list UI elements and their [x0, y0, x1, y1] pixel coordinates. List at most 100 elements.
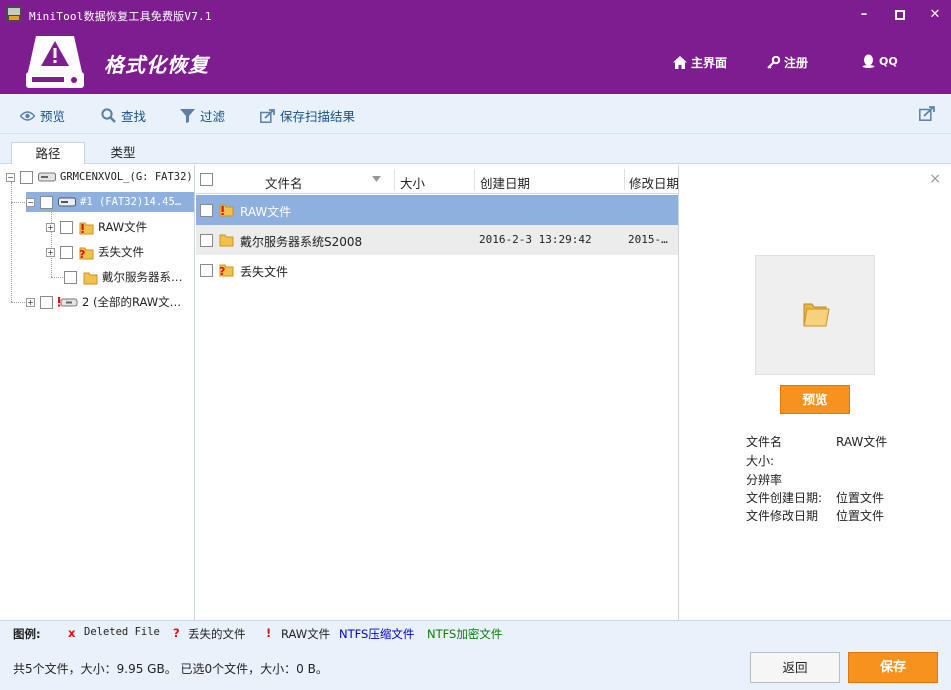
file-name: 戴尔服务器系统S2008 — [240, 235, 363, 249]
qq-penguin-icon — [862, 54, 875, 68]
info-modified-label: 文件修改日期 — [746, 509, 819, 523]
column-header-size[interactable]: 大小 — [400, 173, 425, 192]
tab-path[interactable]: 路径 — [11, 142, 85, 165]
lost-folder-icon: ? — [78, 245, 94, 260]
tab-type[interactable]: 类型 — [86, 142, 160, 165]
find-tool-button[interactable]: 查找 — [101, 106, 146, 125]
expand-toggle[interactable]: + — [26, 297, 35, 307]
file-row[interactable]: ? 丢失文件 — [196, 255, 678, 285]
tree-connector — [11, 182, 12, 302]
tree-node-root[interactable]: − GRMCENXVOL_(G: FAT32) — [6, 167, 193, 187]
app-icon — [6, 6, 22, 22]
row-checkbox[interactable] — [200, 264, 213, 277]
row-checkbox[interactable] — [200, 204, 213, 217]
legend-deleted-label: Deleted File — [84, 626, 160, 638]
svg-text:?: ? — [219, 265, 225, 277]
filter-tool-button[interactable]: 过滤 — [180, 106, 225, 125]
selection-summary: 共5个文件，大小：9.95 GB。 已选0个文件，大小：0 B。 — [13, 662, 328, 676]
filter-tool-label: 过滤 — [200, 109, 226, 124]
column-separator[interactable] — [624, 169, 625, 190]
minimize-button[interactable]: – — [853, 5, 875, 25]
close-button[interactable]: ✕ — [924, 5, 946, 25]
find-tool-label: 查找 — [121, 109, 147, 124]
save-button[interactable]: 保存 — [848, 652, 938, 683]
tree-checkbox[interactable] — [40, 195, 53, 209]
raw-file-mark-icon: ! — [266, 626, 272, 640]
mode-title: 格式化恢复 — [104, 53, 209, 77]
save-scan-tool-button[interactable]: 保存扫描结果 — [260, 106, 355, 125]
tree-checkbox[interactable] — [20, 170, 33, 184]
legend-title: 图例: — [13, 627, 41, 641]
sort-desc-icon — [372, 176, 381, 182]
legend-raw-label: RAW文件 — [281, 627, 331, 641]
tab-strip: 路径 类型 — [0, 134, 951, 165]
folder-icon — [218, 232, 234, 250]
folder-thumbnail-icon — [803, 303, 830, 327]
raw-drive-icon — [58, 296, 78, 308]
select-all-checkbox[interactable] — [200, 173, 213, 186]
tree-node-partition-1[interactable]: − #1 (FAT32)14.45… — [26, 192, 194, 212]
info-resolution-label: 分辨率 — [746, 473, 783, 487]
deleted-file-mark-icon: x — [68, 626, 76, 640]
lost-file-mark-icon: ? — [173, 626, 180, 640]
drive-partition-icon — [58, 197, 76, 207]
expand-toggle[interactable]: + — [46, 222, 55, 232]
legend-bar: 图例: x Deleted File ? 丢失的文件 ! RAW文件 NTFS压… — [0, 620, 951, 644]
collapse-toggle[interactable]: − — [6, 172, 15, 182]
tree-node-label: #1 (FAT32)14.45… — [80, 196, 182, 208]
column-separator[interactable] — [394, 169, 395, 190]
share-icon — [919, 106, 935, 121]
info-created-label: 文件创建日期: — [746, 491, 823, 505]
path-tree-panel: − GRMCENXVOL_(G: FAT32) − #1 (FAT32)14.4… — [0, 165, 195, 620]
tree-node-partition-2[interactable]: + 2 (全部的RAW文… — [26, 292, 181, 312]
file-row[interactable]: 戴尔服务器系统S2008 2016-2-3 13:29:42 2015-… — [196, 225, 678, 255]
tree-node-label: 丢失文件 — [98, 245, 144, 259]
tree-checkbox[interactable] — [60, 220, 73, 234]
home-nav-label: 主界面 — [691, 56, 728, 70]
column-header-modified[interactable]: 修改日期 — [629, 173, 678, 192]
column-header-name[interactable]: 文件名 — [265, 173, 303, 192]
status-bar: 共5个文件，大小：9.95 GB。 已选0个文件，大小：0 B。 返回 保存 — [0, 644, 951, 690]
tree-checkbox[interactable] — [64, 270, 77, 284]
hard-drive-icon — [38, 172, 56, 182]
column-header-created[interactable]: 创建日期 — [480, 173, 530, 192]
tree-checkbox[interactable] — [60, 245, 73, 259]
raw-folder-icon — [218, 202, 234, 220]
column-separator[interactable] — [474, 169, 475, 190]
toolbar: 预览 查找 过滤 保存扫描结果 — [0, 94, 951, 134]
share-export-button[interactable] — [919, 106, 935, 124]
tree-node-label: 2 (全部的RAW文… — [82, 295, 182, 309]
tree-node-dell-folder[interactable]: 戴尔服务器系… — [64, 267, 183, 287]
file-name: RAW文件 — [240, 205, 292, 219]
info-modified-value: 位置文件 — [836, 509, 885, 523]
save-scan-tool-label: 保存扫描结果 — [280, 109, 356, 124]
register-nav-label: 注册 — [784, 56, 809, 70]
file-row[interactable]: RAW文件 — [196, 195, 678, 225]
tree-node-lost-files[interactable]: + ? 丢失文件 — [46, 242, 144, 262]
tree-node-raw-files[interactable]: + RAW文件 — [46, 217, 147, 237]
svg-text:?: ? — [79, 248, 85, 260]
window-title: MiniTool数据恢复工具免费版V7.1 — [29, 10, 212, 23]
preview-button[interactable]: 预览 — [780, 385, 850, 414]
tree-node-label: GRMCENXVOL_(G: FAT32) — [60, 171, 193, 183]
expand-toggle[interactable]: + — [46, 247, 55, 257]
legend-lost-label: 丢失的文件 — [188, 627, 246, 641]
tree-node-label: RAW文件 — [98, 220, 148, 234]
info-size-label: 大小: — [746, 454, 775, 468]
maximize-button[interactable] — [889, 5, 911, 25]
register-nav-button[interactable]: 注册 — [767, 54, 808, 71]
back-button[interactable]: 返回 — [750, 652, 840, 683]
tree-checkbox[interactable] — [40, 295, 53, 309]
lost-folder-icon: ? — [218, 262, 234, 280]
row-checkbox[interactable] — [200, 234, 213, 247]
collapse-toggle[interactable]: − — [26, 197, 35, 207]
tree-node-label: 戴尔服务器系… — [102, 270, 183, 284]
preview-tool-button[interactable]: 预览 — [20, 106, 65, 125]
qq-nav-button[interactable]: QQ — [862, 54, 898, 68]
tree-connector — [51, 277, 63, 278]
funnel-icon — [180, 108, 195, 123]
close-preview-button[interactable]: × — [929, 171, 941, 187]
preview-pane: × 预览 文件名 RAW文件 大小: 分辨率 文件创建日期: 位置文件 文件修改… — [680, 165, 951, 620]
drive-warning-logo-icon — [26, 36, 84, 88]
home-nav-button[interactable]: 主界面 — [673, 54, 727, 71]
